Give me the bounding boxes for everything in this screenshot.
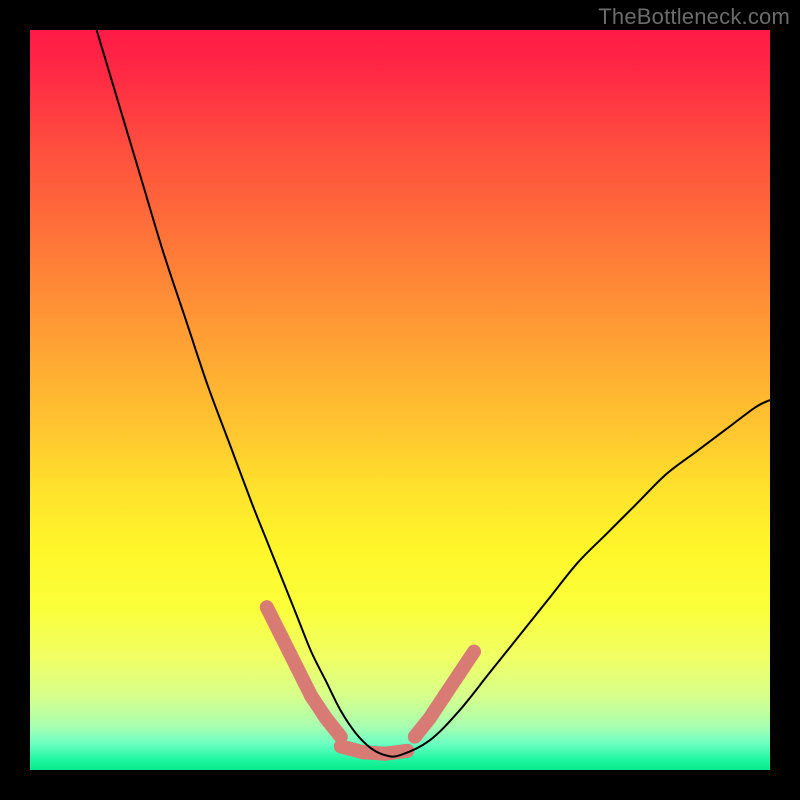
marker-segment bbox=[459, 652, 474, 674]
curve-layer bbox=[30, 30, 770, 770]
marker-segment bbox=[326, 718, 341, 737]
good-zone-markers bbox=[267, 607, 474, 754]
plot-area bbox=[30, 30, 770, 770]
chart-frame: TheBottleneck.com bbox=[0, 0, 800, 800]
watermark-text: TheBottleneck.com bbox=[598, 4, 790, 30]
bottleneck-curve bbox=[97, 30, 770, 757]
